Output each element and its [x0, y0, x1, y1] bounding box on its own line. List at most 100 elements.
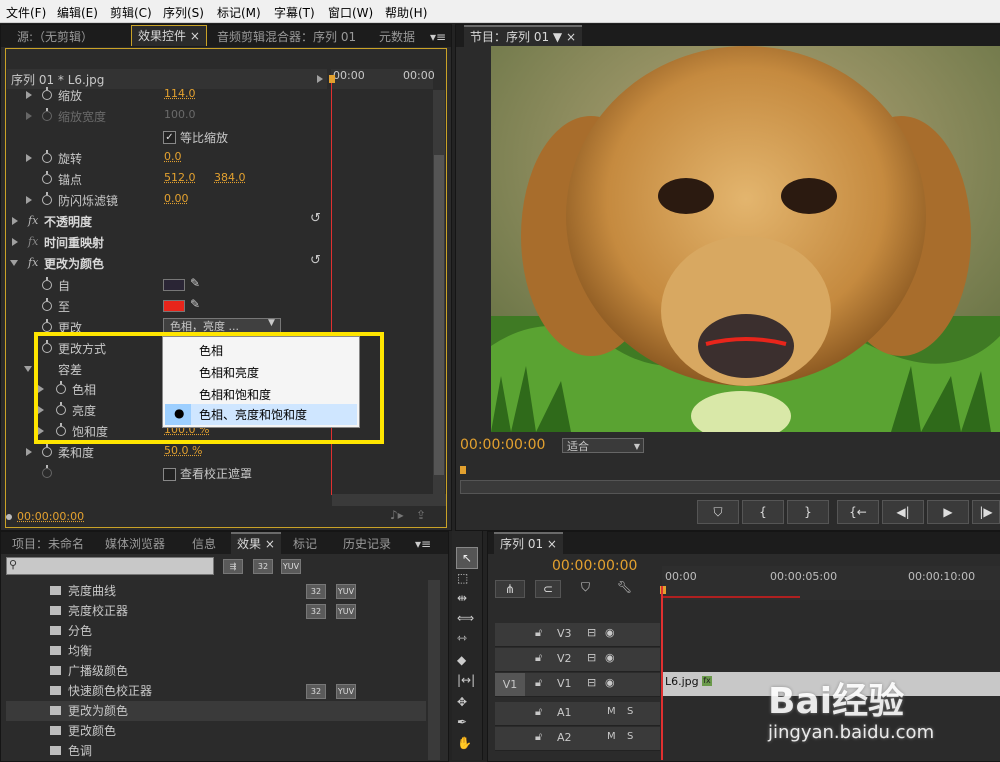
- close-icon[interactable]: ×: [190, 29, 200, 43]
- work-area-bar[interactable]: [662, 596, 800, 598]
- stopwatch-icon[interactable]: [42, 150, 52, 163]
- tab-effects[interactable]: 效果 ×: [231, 532, 281, 554]
- lock-icon[interactable]: 🔓︎: [535, 626, 542, 640]
- anchor-x-value[interactable]: 512.0: [164, 171, 196, 184]
- rolling-edit-tool-icon[interactable]: ⟺: [457, 611, 474, 625]
- 32bit-filter-icon[interactable]: 32: [253, 559, 273, 574]
- slide-tool-icon[interactable]: ✥: [457, 695, 467, 709]
- menu-window[interactable]: 窗口(W): [328, 4, 373, 21]
- track-header[interactable]: 🔓︎ V2 ⊟ ◉: [495, 648, 660, 672]
- step-forward-button[interactable]: |▶: [972, 500, 1000, 524]
- tab-project[interactable]: 项目：未命名: [6, 534, 90, 554]
- effect-list-item[interactable]: 分色: [6, 621, 426, 641]
- rotation-value[interactable]: 0.0: [164, 150, 182, 163]
- effect-list-item[interactable]: 色调: [6, 741, 426, 761]
- stopwatch-icon[interactable]: [42, 277, 52, 290]
- program-timecode[interactable]: 00:00:00:00: [460, 437, 545, 453]
- expand-softness-icon[interactable]: [26, 448, 32, 456]
- effects-search-input[interactable]: ⚲: [6, 557, 214, 575]
- source-patch[interactable]: V1: [495, 673, 525, 696]
- playhead-marker[interactable]: [460, 466, 466, 474]
- rate-stretch-tool-icon[interactable]: ⇿: [457, 631, 467, 645]
- fit-select[interactable]: 适合 ▼: [562, 438, 644, 453]
- track-header[interactable]: 🔓︎ V3 ⊟ ◉: [495, 623, 660, 647]
- close-icon[interactable]: ×: [547, 537, 557, 551]
- stopwatch-icon[interactable]: [42, 319, 52, 332]
- tab-markers[interactable]: 标记: [287, 534, 323, 554]
- play-only-icon[interactable]: [317, 75, 323, 83]
- tab-program[interactable]: 节目：序列 01 ▼ ×: [464, 25, 583, 47]
- stopwatch-icon[interactable]: [42, 171, 52, 184]
- program-scrubber[interactable]: [460, 460, 1000, 495]
- effects-scrollbar[interactable]: [428, 580, 440, 760]
- antiflicker-value[interactable]: 0.00: [164, 192, 189, 205]
- menu-title[interactable]: 字幕(T): [274, 4, 315, 21]
- reset-icon[interactable]: ↺: [310, 211, 321, 226]
- effect-list-item[interactable]: 广播级颜色: [6, 661, 426, 681]
- export-icon[interactable]: ⇪: [416, 508, 426, 522]
- view-mask-checkbox[interactable]: [163, 468, 176, 481]
- hand-tool-icon[interactable]: ✋: [457, 736, 472, 750]
- play-button[interactable]: ▶: [927, 500, 969, 524]
- eye-icon[interactable]: ◉: [605, 626, 615, 639]
- linked-selection-icon[interactable]: ⊂: [535, 580, 561, 598]
- effect-list-item[interactable]: 亮度曲线 32 YUV: [6, 581, 426, 601]
- stopwatch-icon[interactable]: [42, 192, 52, 205]
- mute-button[interactable]: M: [607, 731, 616, 742]
- close-icon[interactable]: ×: [265, 537, 275, 551]
- vertical-scrollbar[interactable]: [433, 90, 445, 495]
- horizontal-scrollbar[interactable]: [332, 494, 446, 506]
- mute-button[interactable]: M: [607, 706, 616, 717]
- yuv-filter-icon[interactable]: YUV: [281, 559, 301, 574]
- audio-loop-icon[interactable]: ♪▸: [390, 508, 404, 522]
- tab-media-browser[interactable]: 媒体浏览器: [99, 534, 171, 554]
- snap-icon[interactable]: ⋔: [495, 580, 525, 598]
- playhead-marker[interactable]: [329, 75, 335, 83]
- eyedropper-icon[interactable]: ✎: [190, 297, 200, 311]
- expand-scale-width-icon[interactable]: [26, 112, 32, 120]
- mark-in-button[interactable]: {: [742, 500, 784, 524]
- fx-icon[interactable]: fx: [28, 256, 38, 269]
- effect-list-item[interactable]: 快速颜色校正器 32 YUV: [6, 681, 426, 701]
- anchor-y-value[interactable]: 384.0: [214, 171, 246, 184]
- sync-lock-icon[interactable]: ⊟: [587, 676, 596, 689]
- track-select-tool-icon[interactable]: ⬚: [457, 571, 468, 585]
- lock-icon[interactable]: 🔓︎: [535, 676, 542, 690]
- tab-history[interactable]: 历史记录: [337, 534, 397, 554]
- effect-controls-timecode[interactable]: 00:00:00:00: [17, 510, 84, 523]
- tab-sequence[interactable]: 序列 01 ×: [494, 532, 563, 554]
- chevron-down-icon[interactable]: ▼: [268, 318, 275, 328]
- solo-button[interactable]: S: [627, 731, 633, 742]
- chevron-down-icon[interactable]: ▼: [553, 30, 562, 44]
- tab-effect-controls[interactable]: 效果控件 ×: [131, 25, 207, 46]
- expand-time-remap-icon[interactable]: [12, 238, 18, 246]
- to-color-swatch[interactable]: [163, 300, 185, 312]
- add-marker-button[interactable]: ⛉: [697, 500, 739, 524]
- lock-icon[interactable]: 🔓︎: [535, 730, 542, 744]
- add-marker-icon[interactable]: ⛉: [581, 580, 590, 595]
- menu-marker[interactable]: 标记(M): [217, 4, 261, 21]
- mark-out-button[interactable]: }: [787, 500, 829, 524]
- menu-help[interactable]: 帮助(H): [385, 4, 427, 21]
- sync-lock-icon[interactable]: ⊟: [587, 651, 596, 664]
- eye-icon[interactable]: ◉: [605, 676, 615, 689]
- scrollbar-thumb[interactable]: [434, 155, 444, 475]
- effect-list-item[interactable]: 更改为颜色: [6, 701, 426, 721]
- scale-value[interactable]: 114.0: [164, 87, 196, 100]
- effect-list-item[interactable]: 更改颜色: [6, 721, 426, 741]
- panel-menu-icon[interactable]: ▾≡: [424, 27, 452, 47]
- sync-lock-icon[interactable]: ⊟: [587, 626, 596, 639]
- collapse-change-to-color-icon[interactable]: [10, 260, 18, 266]
- stopwatch-icon[interactable]: [42, 87, 52, 100]
- step-back-button[interactable]: ◀|: [882, 500, 924, 524]
- menu-edit[interactable]: 编辑(E): [57, 4, 98, 21]
- stopwatch-icon[interactable]: [42, 444, 52, 457]
- menu-file[interactable]: 文件(F): [6, 4, 46, 21]
- eyedropper-icon[interactable]: ✎: [190, 276, 200, 290]
- effect-list-item[interactable]: 亮度校正器 32 YUV: [6, 601, 426, 621]
- tab-info[interactable]: 信息: [186, 534, 222, 554]
- expand-scale-icon[interactable]: [26, 91, 32, 99]
- panel-menu-icon[interactable]: ▾≡: [409, 534, 437, 554]
- from-color-swatch[interactable]: [163, 279, 185, 291]
- track-header[interactable]: 🔓︎ A2 M S: [495, 727, 660, 751]
